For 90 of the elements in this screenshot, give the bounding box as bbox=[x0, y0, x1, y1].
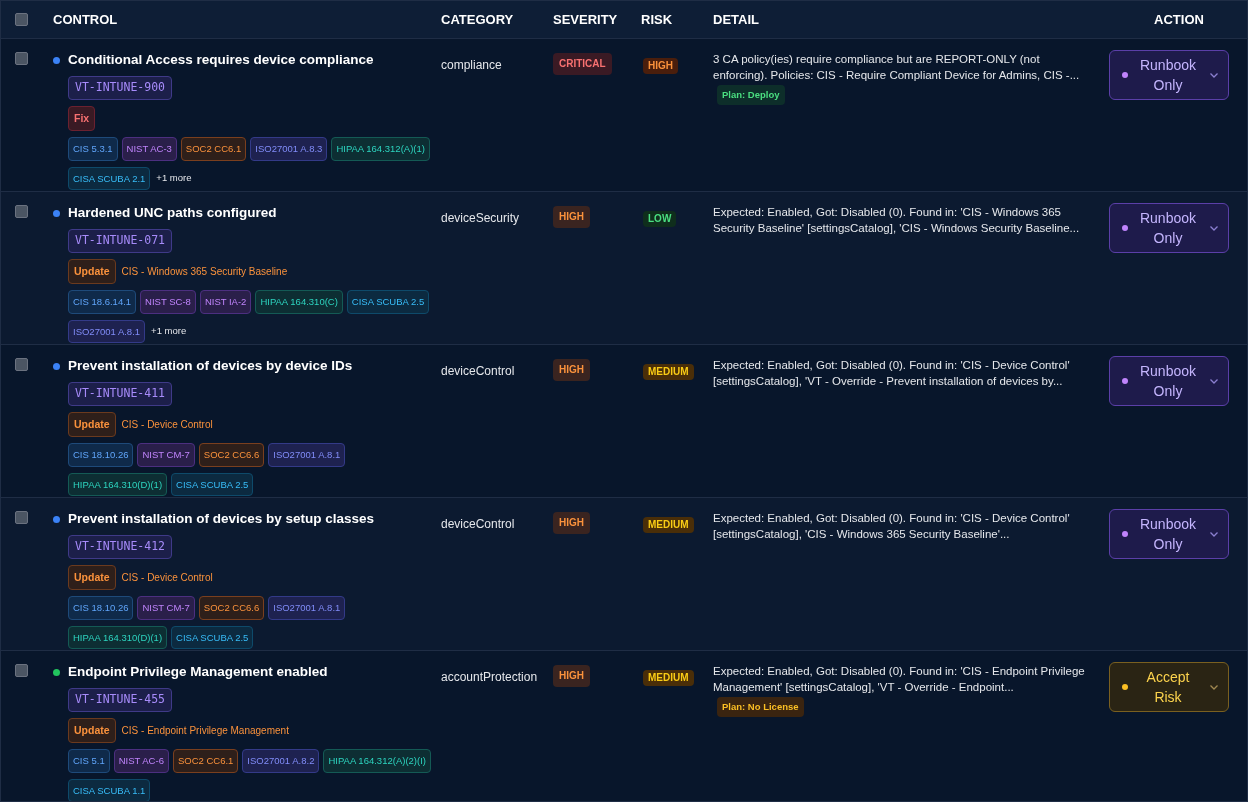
checkbox[interactable] bbox=[14, 13, 28, 26]
category-text: accountProtection bbox=[441, 670, 538, 684]
framework-tag: CIS 5.1 bbox=[68, 749, 110, 773]
checkbox[interactable] bbox=[14, 358, 28, 371]
remediation-badge: Fix bbox=[68, 105, 96, 132]
framework-tag: ISO27001 A.8.2 bbox=[242, 749, 320, 773]
remediation-source: CIS - Device Control bbox=[121, 417, 213, 432]
severity-badge: HIGH bbox=[553, 206, 590, 228]
column-header: RISK bbox=[641, 11, 673, 27]
remediation-badge: Update bbox=[68, 564, 116, 591]
framework-tag: CIS 5.3.1 bbox=[68, 137, 118, 161]
framework-tag: CISA SCUBA 2.1 bbox=[68, 166, 151, 191]
framework-tag: CIS 18.10.26 bbox=[68, 596, 134, 620]
remediation-badge: Update bbox=[68, 717, 116, 744]
more-link[interactable]: +1 more bbox=[151, 324, 187, 339]
framework-tag: CISA SCUBA 1.1 bbox=[68, 778, 151, 801]
risk-badge: HIGH bbox=[643, 58, 678, 74]
framework-tag: CIS 18.10.26 bbox=[68, 443, 134, 467]
detail-text: Expected: Enabled, Got: Disabled (0). Found in: 'CIS - Device Control' [settingsCatalog], 'CIS - Windows 365 Security Baseline'... bbox=[713, 511, 1071, 542]
action-dropdown[interactable]: Runbook Only bbox=[1109, 203, 1229, 253]
framework-tag: NIST AC-3 bbox=[121, 137, 177, 161]
detail-text: Expected: Enabled, Got: Disabled (0). Found in: 'CIS - Windows 365 Security Baseline' [settingsCatalog], 'CIS - Windows Security Baseline... bbox=[713, 205, 1081, 236]
framework-tag: ISO27001 A.8.1 bbox=[268, 443, 346, 467]
framework-tag: SOC2 CC6.1 bbox=[172, 749, 239, 773]
framework-tag: HIPAA 164.310(D)(1) bbox=[68, 472, 168, 497]
remediation-badge: Update bbox=[68, 411, 116, 438]
framework-tag: SOC2 CC6.1 bbox=[180, 137, 247, 161]
framework-tag: CISA SCUBA 2.5 bbox=[171, 472, 254, 497]
framework-tag: HIPAA 164.312(A)(1) bbox=[331, 137, 430, 161]
risk-badge: LOW bbox=[643, 211, 677, 227]
control-title: Prevent installation of devices by device IDs bbox=[68, 357, 353, 375]
framework-tag: NIST CM-7 bbox=[137, 443, 195, 467]
control-id: VT-INTUNE-411 bbox=[68, 382, 172, 406]
framework-tag: NIST IA-2 bbox=[199, 290, 252, 314]
risk-badge: MEDIUM bbox=[643, 364, 694, 380]
framework-tag: HIPAA 164.312(A)(2)(I) bbox=[323, 749, 431, 773]
action-dropdown[interactable]: Accept Risk bbox=[1109, 662, 1229, 712]
column-header: DETAIL bbox=[713, 11, 759, 27]
column-header: SEVERITY bbox=[553, 11, 618, 27]
framework-tag: CISA SCUBA 2.5 bbox=[171, 625, 254, 650]
framework-tag: HIPAA 164.310(C) bbox=[255, 290, 343, 314]
detail-text: Expected: Enabled, Got: Disabled (0). Found in: 'CIS - Device Control' [settingsCatalog], 'VT - Override - Prevent installation of devices by... bbox=[713, 358, 1071, 389]
control-id: VT-INTUNE-071 bbox=[68, 229, 172, 253]
framework-tag: ISO27001 A.8.3 bbox=[250, 137, 328, 161]
column-header: CONTROL bbox=[53, 11, 118, 27]
control-title: Hardened UNC paths configured bbox=[68, 204, 277, 222]
severity-badge: CRITICAL bbox=[553, 53, 612, 75]
checkbox[interactable] bbox=[14, 205, 28, 218]
category-text: deviceControl bbox=[441, 517, 515, 531]
control-id: VT-INTUNE-412 bbox=[68, 535, 172, 559]
risk-badge: MEDIUM bbox=[643, 517, 694, 533]
framework-tag: CIS 18.6.14.1 bbox=[68, 290, 137, 314]
remediation-source: CIS - Windows 365 Security Baseline bbox=[121, 264, 288, 279]
control-title: Prevent installation of devices by setup classes bbox=[68, 510, 375, 528]
framework-tag: ISO27001 A.8.1 bbox=[68, 319, 146, 344]
control-id: VT-INTUNE-455 bbox=[68, 688, 172, 712]
control-title: Conditional Access requires device compliance bbox=[68, 51, 374, 69]
detail-text: Expected: Enabled, Got: Disabled (0). Found in: 'CIS - Endpoint Privilege Management' [settingsCatalog], 'VT - Override - Endpoint... bbox=[713, 664, 1086, 695]
framework-tag: CISA SCUBA 2.5 bbox=[346, 290, 430, 314]
control-title: Endpoint Privilege Management enabled bbox=[68, 663, 328, 681]
action-dropdown[interactable]: Runbook Only bbox=[1109, 509, 1229, 559]
column-header: ACTION bbox=[1154, 10, 1204, 29]
checkbox[interactable] bbox=[14, 664, 28, 677]
more-link[interactable]: +1 more bbox=[156, 171, 192, 186]
remediation-source: CIS - Endpoint Privilege Management bbox=[121, 723, 289, 738]
remediation-badge: Update bbox=[68, 258, 116, 285]
framework-tag: NIST SC-8 bbox=[140, 290, 196, 314]
framework-tag: SOC2 CC6.6 bbox=[198, 443, 265, 467]
control-id: VT-INTUNE-900 bbox=[68, 76, 172, 100]
risk-badge: MEDIUM bbox=[643, 670, 694, 686]
checkbox[interactable] bbox=[14, 52, 28, 65]
category-text: deviceSecurity bbox=[441, 211, 520, 225]
plan-badge: Plan: No License bbox=[717, 697, 804, 718]
action-dropdown[interactable]: Runbook Only bbox=[1109, 356, 1229, 406]
action-dropdown[interactable]: Runbook Only bbox=[1109, 50, 1229, 100]
framework-tag: NIST CM-7 bbox=[137, 596, 195, 620]
checkbox[interactable] bbox=[14, 511, 28, 524]
category-text: compliance bbox=[441, 58, 502, 72]
detail-text: 3 CA policy(ies) require compliance but are REPORT-ONLY (not enforcing). Policies: CIS - Require Compliant Device for Admins, CIS -... bbox=[713, 52, 1081, 83]
severity-badge: HIGH bbox=[553, 359, 590, 381]
severity-badge: HIGH bbox=[553, 512, 590, 534]
plan-badge: Plan: Deploy bbox=[717, 85, 785, 106]
remediation-source: CIS - Device Control bbox=[121, 570, 213, 585]
column-header: CATEGORY bbox=[441, 11, 514, 27]
category-text: deviceControl bbox=[441, 364, 515, 378]
framework-tag: HIPAA 164.310(D)(1) bbox=[68, 625, 168, 650]
framework-tag: NIST AC-6 bbox=[113, 749, 169, 773]
severity-badge: HIGH bbox=[553, 665, 590, 687]
framework-tag: SOC2 CC6.6 bbox=[198, 596, 265, 620]
framework-tag: ISO27001 A.8.1 bbox=[268, 596, 346, 620]
